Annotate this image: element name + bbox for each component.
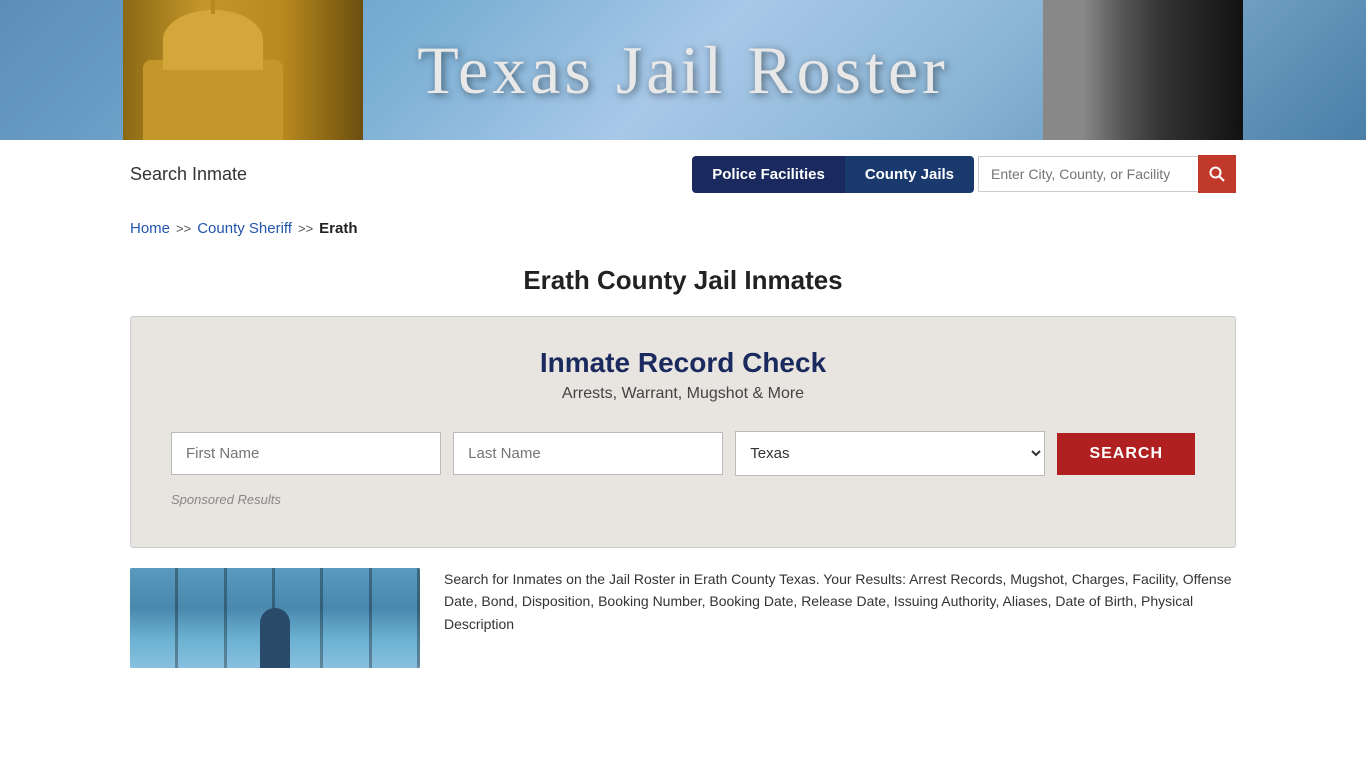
police-facilities-button[interactable]: Police Facilities (692, 156, 845, 193)
breadcrumb: Home >> County Sheriff >> Erath (0, 208, 1366, 249)
county-jails-button[interactable]: County Jails (845, 156, 974, 193)
sponsored-label: Sponsored Results (171, 492, 1195, 507)
jail-figure (260, 608, 290, 668)
record-check-title: Inmate Record Check (171, 347, 1195, 379)
facility-search-button[interactable] (1198, 155, 1236, 193)
record-check-form: AlabamaAlaskaArizonaArkansasCaliforniaCo… (171, 431, 1195, 476)
breadcrumb-sep-2: >> (298, 221, 313, 236)
page-title-wrap: Erath County Jail Inmates (0, 249, 1366, 316)
jail-bar (178, 568, 226, 668)
breadcrumb-sep-1: >> (176, 221, 191, 236)
breadcrumb-current: Erath (319, 220, 357, 237)
nav-search-label: Search Inmate (130, 164, 247, 185)
record-check-subtitle: Arrests, Warrant, Mugshot & More (171, 385, 1195, 403)
nav-right: Police Facilities County Jails (692, 155, 1236, 193)
jail-bar (372, 568, 420, 668)
header-banner: Texas Jail Roster (0, 0, 1366, 140)
record-search-button[interactable]: SEARCH (1057, 433, 1195, 475)
last-name-input[interactable] (453, 432, 723, 475)
state-select[interactable]: AlabamaAlaskaArizonaArkansasCaliforniaCo… (735, 431, 1045, 476)
breadcrumb-county-sheriff[interactable]: County Sheriff (197, 220, 292, 237)
banner-title: Texas Jail Roster (417, 31, 949, 110)
jail-bar (130, 568, 178, 668)
bottom-description: Search for Inmates on the Jail Roster in… (444, 568, 1236, 635)
jail-image (130, 568, 420, 668)
search-icon (1209, 166, 1225, 182)
facility-search-input[interactable] (978, 156, 1198, 192)
first-name-input[interactable] (171, 432, 441, 475)
record-check-box: Inmate Record Check Arrests, Warrant, Mu… (130, 316, 1236, 548)
capitol-image (123, 0, 363, 140)
page-title: Erath County Jail Inmates (0, 265, 1366, 296)
breadcrumb-home[interactable]: Home (130, 220, 170, 237)
keys-image (1043, 0, 1243, 140)
bottom-section: Search for Inmates on the Jail Roster in… (130, 568, 1236, 668)
nav-bar: Search Inmate Police Facilities County J… (0, 140, 1366, 208)
jail-bar (323, 568, 371, 668)
nav-search-wrap (978, 155, 1236, 193)
